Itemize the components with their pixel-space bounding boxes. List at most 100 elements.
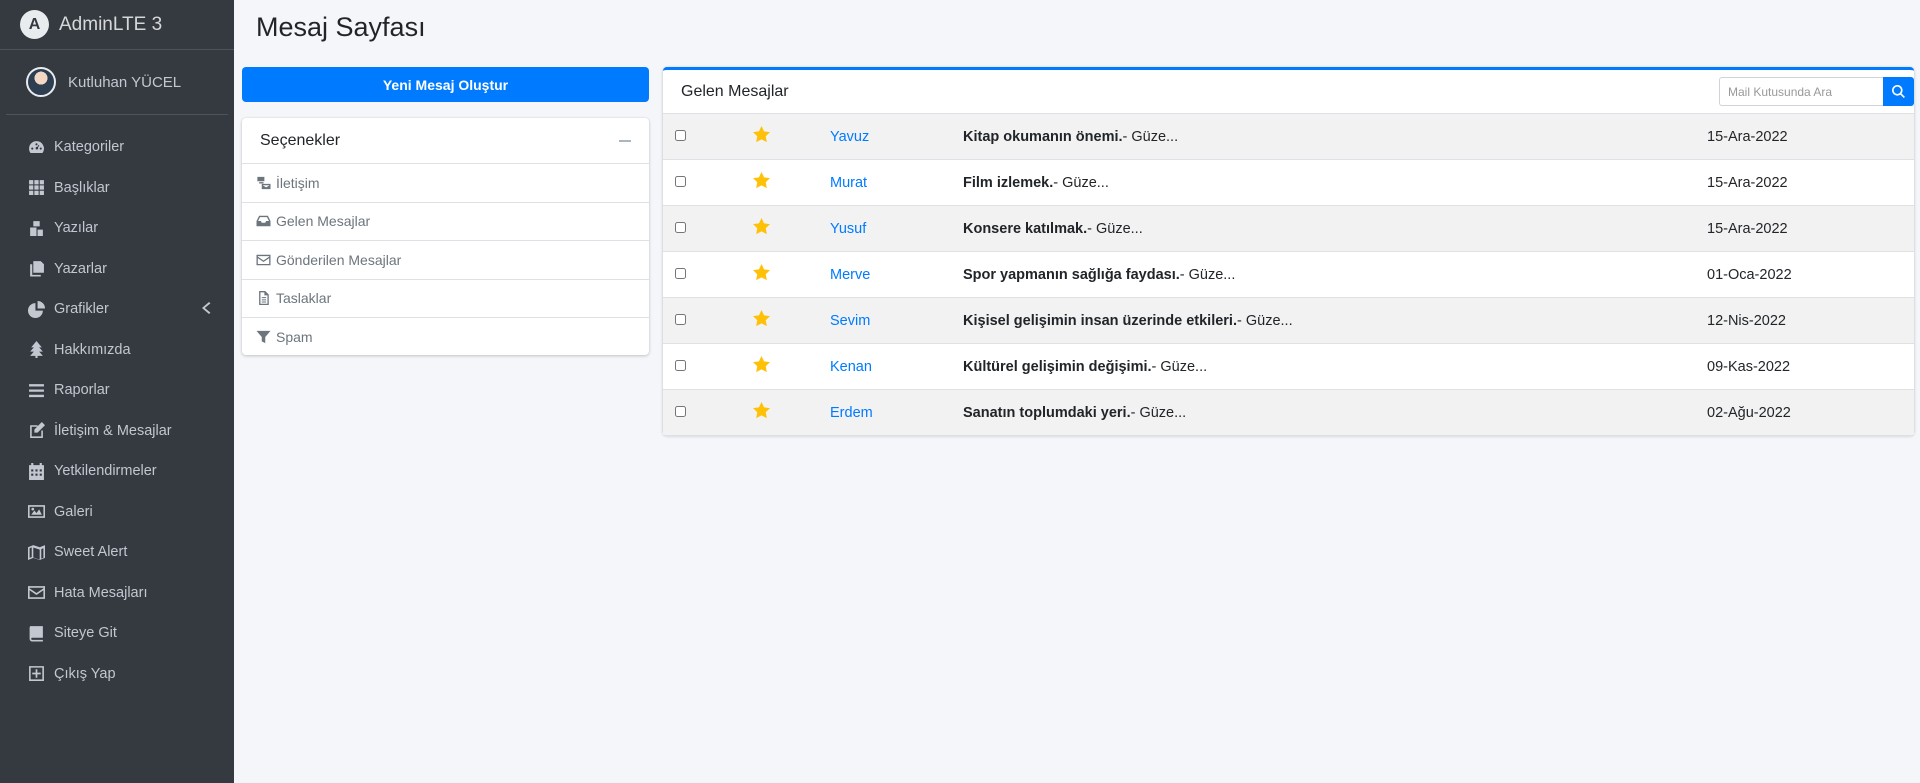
sidebar-item-label: Raporlar xyxy=(54,382,110,399)
inbox-icon xyxy=(256,214,272,228)
table-row[interactable]: Yavuz Kitap okumanın önemi.- Güze... 15-… xyxy=(663,114,1914,160)
pie-chart-icon xyxy=(26,300,46,318)
sidebar-item-label: Başlıklar xyxy=(54,179,110,196)
options-item-iletisim[interactable]: İletişim xyxy=(242,164,649,203)
main-sidebar: A AdminLTE 3 Kutluhan YÜCEL Kategoriler … xyxy=(0,0,234,783)
sidebar-item-sweet-alert[interactable]: Sweet Alert xyxy=(0,532,234,573)
options-card: Seçenekler İletişim Gelen Mesajlar Gönde… xyxy=(242,118,649,355)
sidebar-item-label: İletişim & Mesajlar xyxy=(54,422,172,439)
sidebar-item-label: Yazarlar xyxy=(54,260,107,277)
message-sender[interactable]: Yavuz xyxy=(830,129,963,145)
sidebar-item-iletisim-mesajlar[interactable]: İletişim & Mesajlar xyxy=(0,411,234,452)
message-subject[interactable]: Film izlemek.- Güze... xyxy=(963,175,1707,191)
row-checkbox[interactable] xyxy=(675,313,686,325)
table-row[interactable]: Yusuf Konsere katılmak.- Güze... 15-Ara-… xyxy=(663,206,1914,252)
star-icon[interactable] xyxy=(753,402,770,419)
table-row[interactable]: Merve Spor yapmanın sağlığa faydası.- Gü… xyxy=(663,252,1914,298)
message-date: 15-Ara-2022 xyxy=(1707,128,1788,145)
message-sender[interactable]: Merve xyxy=(830,267,963,283)
envelope-icon xyxy=(26,585,46,601)
sidebar-item-cikis-yap[interactable]: Çıkış Yap xyxy=(0,654,234,695)
options-item-taslaklar[interactable]: Taslaklar xyxy=(242,280,649,318)
table-row[interactable]: Murat Film izlemek.- Güze... 15-Ara-2022 xyxy=(663,160,1914,206)
inbox-card: Gelen Mesajlar Yavuz Kitap okumanın önem… xyxy=(663,67,1914,436)
row-checkbox[interactable] xyxy=(675,175,686,187)
bars-icon xyxy=(26,382,46,398)
options-title: Seçenekler xyxy=(260,131,341,149)
table-row[interactable]: Kenan Kültürel gelişimin değişimi.- Güze… xyxy=(663,344,1914,390)
row-checkbox[interactable] xyxy=(675,267,686,279)
message-sender[interactable]: Kenan xyxy=(830,359,963,375)
inbox-header: Gelen Mesajlar xyxy=(663,70,1914,114)
sidebar-item-raporlar[interactable]: Raporlar xyxy=(0,370,234,411)
page-title: Mesaj Sayfası xyxy=(256,12,426,42)
message-date: 15-Ara-2022 xyxy=(1707,174,1788,191)
message-subject[interactable]: Sanatın toplumdaki yeri.- Güze... xyxy=(963,405,1707,421)
sidebar-item-label: Kategoriler xyxy=(54,139,125,156)
boxes-icon xyxy=(26,220,46,236)
message-subject[interactable]: Konsere katılmak.- Güze... xyxy=(963,221,1707,237)
options-item-label: Spam xyxy=(276,329,313,346)
compose-button[interactable]: Yeni Mesaj Oluştur xyxy=(242,67,649,102)
preview-text: - Güze... xyxy=(1179,266,1236,283)
grid-icon xyxy=(26,180,46,196)
sidebar-item-hata-mesajlari[interactable]: Hata Mesajları xyxy=(0,573,234,614)
search-icon xyxy=(1892,85,1905,98)
sidebar-item-kategoriler[interactable]: Kategoriler xyxy=(0,127,234,168)
message-date: 01-Oca-2022 xyxy=(1707,266,1792,283)
avatar xyxy=(26,67,56,97)
sidebar-item-label: Çıkış Yap xyxy=(54,665,116,682)
options-item-gelen-mesajlar[interactable]: Gelen Mesajlar xyxy=(242,203,649,241)
edit-icon xyxy=(26,422,46,439)
message-sender[interactable]: Erdem xyxy=(830,405,963,421)
message-subject[interactable]: Kültürel gelişimin değişimi.- Güze... xyxy=(963,359,1707,375)
star-icon[interactable] xyxy=(753,310,770,327)
message-sender[interactable]: Murat xyxy=(830,175,963,191)
sidebar-item-basliklar[interactable]: Başlıklar xyxy=(0,168,234,209)
message-subject[interactable]: Kişisel gelişimin insan üzerinde etkiler… xyxy=(963,313,1707,329)
star-icon[interactable] xyxy=(753,218,770,235)
star-icon[interactable] xyxy=(753,126,770,143)
options-header: Seçenekler xyxy=(242,118,649,164)
table-row[interactable]: Erdem Sanatın toplumdaki yeri.- Güze... … xyxy=(663,390,1914,436)
options-item-gonderilen-mesajlar[interactable]: Gönderilen Mesajlar xyxy=(242,241,649,280)
message-date: 02-Ağu-2022 xyxy=(1707,404,1791,421)
message-sender[interactable]: Sevim xyxy=(830,313,963,329)
sidebar-item-grafikler[interactable]: Grafikler xyxy=(0,289,234,330)
minus-icon[interactable] xyxy=(619,139,631,142)
message-subject[interactable]: Kitap okumanın önemi.- Güze... xyxy=(963,129,1707,145)
options-item-spam[interactable]: Spam xyxy=(242,318,649,357)
options-item-label: Taslaklar xyxy=(276,290,332,307)
tree-icon xyxy=(26,341,46,359)
mail-bulk-icon xyxy=(256,176,272,190)
star-icon[interactable] xyxy=(753,356,770,373)
sidebar-item-yazarlar[interactable]: Yazarlar xyxy=(0,249,234,290)
row-checkbox[interactable] xyxy=(675,359,686,371)
sidebar-nav: Kategoriler Başlıklar Yazılar Yazarlar G… xyxy=(0,115,234,694)
sidebar-item-siteye-git[interactable]: Siteye Git xyxy=(0,613,234,654)
content-wrapper: Mesaj Sayfası Yeni Mesaj Oluştur Seçenek… xyxy=(234,0,1920,783)
row-checkbox[interactable] xyxy=(675,129,686,141)
sidebar-item-yetkilendirmeler[interactable]: Yetkilendirmeler xyxy=(0,451,234,492)
sidebar-item-galeri[interactable]: Galeri xyxy=(0,492,234,533)
user-panel[interactable]: Kutluhan YÜCEL xyxy=(6,50,228,115)
table-row[interactable]: Sevim Kişisel gelişimin insan üzerinde e… xyxy=(663,298,1914,344)
search-button[interactable] xyxy=(1883,77,1914,106)
plus-square-icon xyxy=(26,666,46,682)
sidebar-item-label: Yazılar xyxy=(54,220,99,237)
calendar-icon xyxy=(26,462,46,480)
row-checkbox[interactable] xyxy=(675,221,686,233)
star-icon[interactable] xyxy=(753,172,770,189)
message-subject[interactable]: Spor yapmanın sağlığa faydası.- Güze... xyxy=(963,267,1707,283)
star-icon[interactable] xyxy=(753,264,770,281)
preview-text: - Güze... xyxy=(1122,128,1179,145)
sidebar-item-hakkimizda[interactable]: Hakkımızda xyxy=(0,330,234,371)
user-name: Kutluhan YÜCEL xyxy=(68,73,182,91)
brand-logo-icon: A xyxy=(20,10,49,39)
options-item-label: Gönderilen Mesajlar xyxy=(276,251,402,268)
search-input[interactable] xyxy=(1719,77,1883,106)
sidebar-item-yazilar[interactable]: Yazılar xyxy=(0,208,234,249)
brand-link[interactable]: A AdminLTE 3 xyxy=(0,0,234,50)
message-sender[interactable]: Yusuf xyxy=(830,221,963,237)
row-checkbox[interactable] xyxy=(675,405,686,417)
